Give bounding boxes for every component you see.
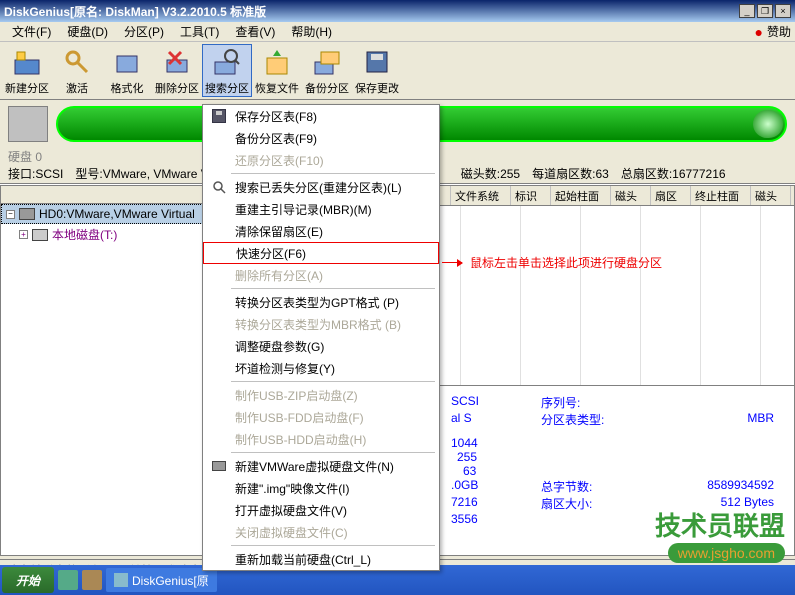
- menu-bar: 文件(F) 硬盘(D) 分区(P) 工具(T) 查看(V) 帮助(H) ● 赞助: [0, 22, 795, 42]
- tree-local-disk[interactable]: + 本地磁盘(T:): [1, 224, 219, 245]
- title-bar: DiskGenius[原名: DiskMan] V3.2.2010.5 标准版 …: [0, 0, 795, 22]
- new-partition-button[interactable]: 新建分区: [2, 44, 52, 97]
- menu-to-mbr: 转换分区表类型为MBR格式 (B): [203, 313, 439, 335]
- search-icon: [211, 46, 243, 78]
- backup-partition-button[interactable]: 备份分区: [302, 44, 352, 97]
- collapse-icon[interactable]: −: [6, 210, 15, 219]
- th-sector[interactable]: 扇区: [651, 186, 691, 205]
- backup-icon: [311, 46, 343, 78]
- partition-icon: [32, 229, 48, 241]
- search-icon: [212, 180, 226, 194]
- menu-to-gpt[interactable]: 转换分区表类型为GPT格式 (P): [203, 291, 439, 313]
- app-icon: [114, 573, 128, 587]
- th-start-cyl[interactable]: 起始柱面: [551, 186, 611, 205]
- menu-sponsor[interactable]: 赞助: [767, 23, 791, 40]
- th-filesystem[interactable]: 文件系统: [451, 186, 511, 205]
- expand-icon[interactable]: +: [19, 230, 28, 239]
- menu-bad-track[interactable]: 坏道检测与修复(Y): [203, 357, 439, 379]
- taskbar-icon[interactable]: [58, 570, 78, 590]
- window-title: DiskGenius[原名: DiskMan] V3.2.2010.5 标准版: [4, 3, 739, 20]
- menu-disk[interactable]: 硬盘(D): [59, 21, 116, 42]
- toolbar: 新建分区 激活 格式化 删除分区 搜索分区 恢复文件 备份分区 保存更改: [0, 42, 795, 100]
- menu-partition[interactable]: 分区(P): [116, 21, 172, 42]
- arrow-icon: [442, 262, 462, 263]
- start-button[interactable]: 开始: [2, 567, 54, 593]
- menu-restore-table: 还原分区表(F10): [203, 149, 439, 171]
- format-icon: [111, 46, 143, 78]
- save-icon: [361, 46, 393, 78]
- taskbar-app[interactable]: DiskGenius[原: [106, 568, 217, 592]
- tree-hd0[interactable]: − HD0:VMware,VMware Virtual: [1, 204, 219, 224]
- context-menu: 保存分区表(F8) 备份分区表(F9) 还原分区表(F10) 搜索已丢失分区(重…: [202, 104, 440, 571]
- menu-new-img[interactable]: 新建".img"映像文件(I): [203, 477, 439, 499]
- activate-button[interactable]: 激活: [52, 44, 102, 97]
- minimize-button[interactable]: _: [739, 4, 755, 18]
- delete-icon: [161, 46, 193, 78]
- th-head1[interactable]: 磁头: [611, 186, 651, 205]
- restore-button[interactable]: ❐: [757, 4, 773, 18]
- menu-help[interactable]: 帮助(H): [283, 21, 340, 42]
- disk-icon: [8, 106, 48, 142]
- menu-view[interactable]: 查看(V): [227, 21, 283, 42]
- search-partition-button[interactable]: 搜索分区: [202, 44, 252, 97]
- menu-clear-reserved[interactable]: 清除保留扇区(E): [203, 220, 439, 242]
- menu-quick-partition[interactable]: 快速分区(F6): [203, 242, 439, 264]
- menu-usb-fdd: 制作USB-FDD启动盘(F): [203, 406, 439, 428]
- menu-close-vdisk: 关闭虚拟硬盘文件(C): [203, 521, 439, 543]
- tree-panel: − HD0:VMware,VMware Virtual + 本地磁盘(T:): [0, 185, 220, 556]
- menu-delete-all: 删除所有分区(A): [203, 264, 439, 286]
- menu-reload[interactable]: 重新加载当前硬盘(Ctrl_L): [203, 548, 439, 570]
- th-head2[interactable]: 磁头: [751, 186, 791, 205]
- annotation: 鼠标左击单击选择此项进行硬盘分区: [442, 254, 662, 271]
- menu-usb-zip: 制作USB-ZIP启动盘(Z): [203, 384, 439, 406]
- save-changes-button[interactable]: 保存更改: [352, 44, 402, 97]
- recover-icon: [261, 46, 293, 78]
- menu-new-vmware[interactable]: 新建VMWare虚拟硬盘文件(N): [203, 455, 439, 477]
- sponsor-icon: ●: [755, 24, 763, 40]
- recover-files-button[interactable]: 恢复文件: [252, 44, 302, 97]
- menu-file[interactable]: 文件(F): [4, 21, 59, 42]
- disk-icon: [212, 461, 226, 471]
- key-icon: [61, 46, 93, 78]
- menu-search-lost[interactable]: 搜索已丢失分区(重建分区表)(L): [203, 176, 439, 198]
- menu-tools[interactable]: 工具(T): [172, 21, 227, 42]
- format-button[interactable]: 格式化: [102, 44, 152, 97]
- window-controls: _ ❐ ×: [739, 4, 791, 18]
- th-flag[interactable]: 标识: [511, 186, 551, 205]
- menu-adjust-params[interactable]: 调整硬盘参数(G): [203, 335, 439, 357]
- menu-open-vdisk[interactable]: 打开虚拟硬盘文件(V): [203, 499, 439, 521]
- taskbar-icon[interactable]: [82, 570, 102, 590]
- menu-usb-hdd: 制作USB-HDD启动盘(H): [203, 428, 439, 450]
- menu-rebuild-mbr[interactable]: 重建主引导记录(MBR)(M): [203, 198, 439, 220]
- menu-save-table[interactable]: 保存分区表(F8): [203, 105, 439, 127]
- watermark: 技术员联盟 www.jsgho.com: [655, 506, 785, 563]
- disk-icon: [11, 46, 43, 78]
- disk-label: 硬盘 0: [8, 148, 42, 165]
- th-end-cyl[interactable]: 终止柱面: [691, 186, 751, 205]
- menu-backup-table[interactable]: 备份分区表(F9): [203, 127, 439, 149]
- floppy-icon: [212, 109, 226, 123]
- hard-disk-icon: [19, 208, 35, 220]
- close-button[interactable]: ×: [775, 4, 791, 18]
- delete-partition-button[interactable]: 删除分区: [152, 44, 202, 97]
